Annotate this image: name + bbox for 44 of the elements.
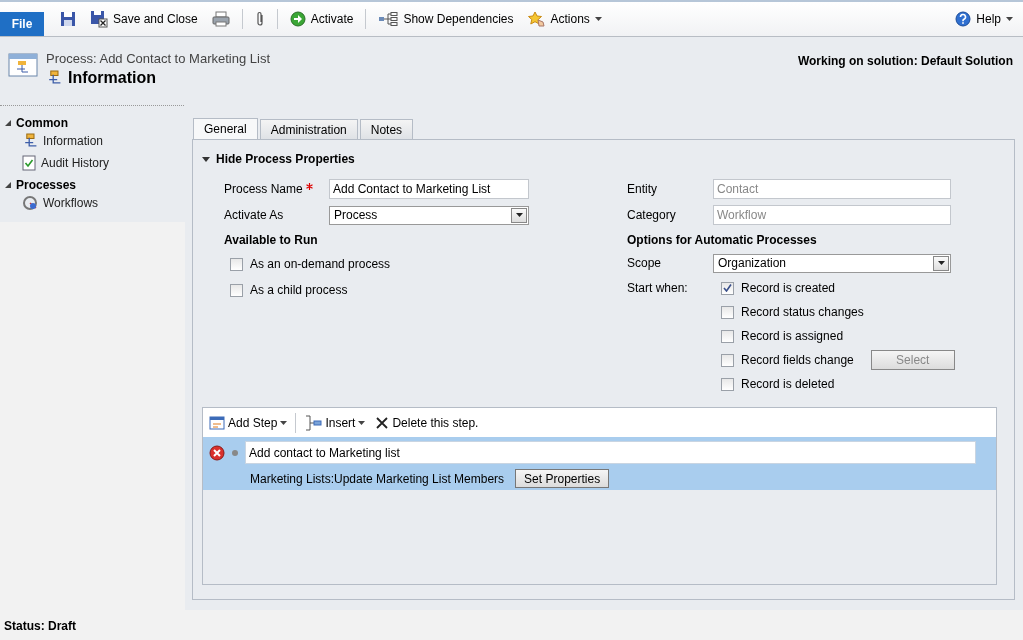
checkbox-label: As an on-demand process bbox=[250, 257, 391, 271]
field-label: Start when: bbox=[627, 280, 689, 297]
page-title: Information bbox=[68, 69, 156, 87]
step-row[interactable]: Add contact to Marketing list Marketing Lists:Update Marketing List Members Set Properties bbox=[203, 437, 996, 490]
status-bar: Status: Draft bbox=[0, 610, 1023, 640]
section-subtitle: Options for Automatic Processes bbox=[627, 233, 818, 247]
step-description: Marketing Lists:Update Marketing List Members bbox=[250, 471, 505, 486]
nav-group-header[interactable]: Common bbox=[4, 116, 185, 130]
field-label: Entity bbox=[627, 182, 658, 196]
checkbox-label: Record is created bbox=[741, 281, 836, 295]
activate-button[interactable]: Activate bbox=[287, 9, 356, 29]
dropdown[interactable]: Process bbox=[329, 205, 529, 225]
insert-menu[interactable]: Insert bbox=[302, 414, 368, 431]
solution-label: Working on solution: Default Solution bbox=[797, 53, 1014, 70]
section-toggle[interactable]: Hide Process Properties bbox=[202, 152, 997, 166]
add-step-menu[interactable]: Add Step bbox=[207, 415, 290, 430]
file-tab[interactable]: File bbox=[0, 12, 44, 36]
nav-item[interactable]: Workflows bbox=[4, 192, 185, 214]
tab[interactable]: Notes bbox=[359, 119, 414, 139]
delete-step-button[interactable]: Delete this step. bbox=[373, 415, 481, 430]
dropdown[interactable]: Organization bbox=[713, 253, 951, 273]
checkbox-label: Record fields change bbox=[741, 353, 854, 367]
tab[interactable]: General bbox=[193, 118, 258, 139]
set-properties-button[interactable]: Set Properties bbox=[515, 469, 610, 488]
breadcrumb-text: Process: Add Contact to Marketing List bbox=[46, 51, 270, 66]
nav-item[interactable]: Information bbox=[4, 130, 185, 152]
help-menu[interactable]: Help bbox=[953, 9, 1015, 29]
field-label: Category bbox=[627, 208, 677, 222]
nav-group-header[interactable]: Processes bbox=[4, 178, 185, 192]
checkbox-label: Record status changes bbox=[741, 305, 864, 319]
section-subtitle: Available to Run bbox=[223, 233, 319, 247]
save-and-close-button[interactable]: Save and Close bbox=[88, 8, 200, 30]
input-field[interactable]: Add Contact to Marketing List bbox=[329, 179, 529, 199]
nav-item[interactable]: Audit History bbox=[4, 152, 185, 174]
step-title-field[interactable]: Add contact to Marketing list bbox=[245, 441, 976, 464]
field-label: Activate As bbox=[223, 208, 285, 222]
checkbox-label: As a child process bbox=[250, 283, 348, 297]
field-label: Process Name bbox=[224, 182, 303, 196]
field-label: Scope bbox=[627, 256, 663, 270]
tab[interactable]: Administration bbox=[259, 119, 358, 139]
show-dependencies-button[interactable]: Show Dependencies bbox=[376, 10, 516, 28]
checkbox-label: Record is assigned bbox=[741, 329, 844, 343]
checkbox-label: Record is deleted bbox=[741, 377, 835, 391]
actions-menu[interactable]: Actions bbox=[525, 9, 604, 29]
